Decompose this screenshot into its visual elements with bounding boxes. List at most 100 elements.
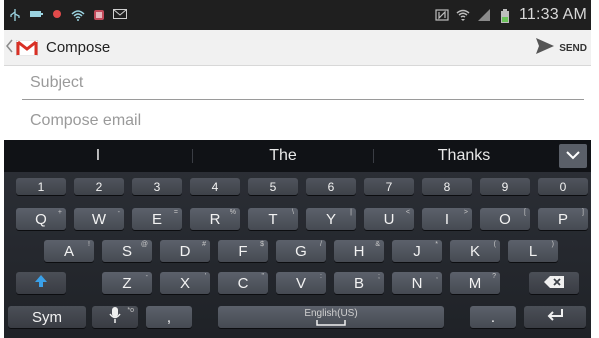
key-l-alt-label: ) — [551, 241, 554, 248]
key-f[interactable]: F $ — [218, 240, 268, 262]
backspace-icon — [544, 275, 564, 292]
key-z[interactable]: Z- — [102, 272, 152, 294]
key-e[interactable]: E = — [132, 208, 182, 230]
number-key-8-label: 8 — [443, 179, 451, 194]
notification-icon — [92, 9, 106, 21]
key-v[interactable]: V: — [276, 272, 326, 294]
key-f-label: F — [238, 242, 248, 260]
microphone-icon — [109, 307, 121, 327]
key-p-alt-label: ] — [582, 209, 584, 216]
shift-key[interactable] — [16, 272, 66, 294]
key-r[interactable]: R% — [190, 208, 240, 230]
key-x-alt-label: ' — [204, 273, 206, 280]
red-dot-icon — [50, 9, 64, 21]
number-key-4[interactable]: 4 — [190, 178, 240, 195]
key-y[interactable]: Y | — [306, 208, 356, 230]
key-k[interactable]: K( — [450, 240, 500, 262]
nfc-icon — [435, 9, 449, 21]
space-key-language-label: English(US) — [304, 307, 358, 319]
key-c-label: C — [237, 274, 249, 292]
comma-key[interactable]: , — [146, 306, 192, 328]
action-bar: Compose SEND — [4, 30, 591, 66]
backspace-key[interactable] — [529, 272, 579, 294]
send-button[interactable]: SEND — [535, 36, 587, 60]
key-b[interactable]: B; — [334, 272, 384, 294]
key-s-label: S — [121, 242, 132, 260]
key-n[interactable]: N, — [392, 272, 442, 294]
key-b-alt-label: ; — [378, 273, 380, 280]
mic-key[interactable]: *o — [92, 306, 138, 328]
key-w[interactable]: W- — [74, 208, 124, 230]
compose-email-field[interactable] — [22, 106, 584, 136]
cell-signal-icon — [477, 9, 491, 21]
chevron-down-icon — [566, 147, 580, 165]
page-title: Compose — [46, 39, 111, 56]
key-l[interactable]: L) — [508, 240, 558, 262]
key-e-label: E — [151, 210, 162, 228]
back-chevron-icon[interactable] — [6, 37, 14, 58]
key-t-alt-label: \ — [292, 209, 294, 216]
key-n-alt-label: , — [436, 273, 438, 280]
key-j-alt-label: * — [435, 241, 438, 248]
key-m[interactable]: M? — [450, 272, 500, 294]
key-g-alt-label: / — [320, 241, 322, 248]
key-r-alt-label: % — [229, 209, 236, 216]
key-u-label: U — [383, 210, 395, 228]
key-o[interactable]: O[ — [480, 208, 530, 230]
key-a[interactable]: A! — [44, 240, 94, 262]
key-s[interactable]: S @ — [102, 240, 152, 262]
period-key[interactable]: . — [470, 306, 516, 328]
number-key-4-label: 4 — [211, 179, 219, 194]
key-v-label: V — [295, 274, 306, 292]
key-u[interactable]: U < — [364, 208, 414, 230]
suggestion-expand-button[interactable] — [559, 144, 587, 168]
key-l-label: L — [528, 242, 538, 260]
enter-key[interactable] — [524, 306, 586, 328]
key-d-label: D — [179, 242, 191, 260]
usb-icon — [8, 9, 22, 21]
number-key-5[interactable]: 5 — [248, 178, 298, 195]
number-key-3[interactable]: 3 — [132, 178, 182, 195]
suggestion-item[interactable]: I — [4, 140, 192, 172]
subject-field[interactable] — [22, 66, 584, 100]
number-key-8[interactable]: 8 — [422, 178, 472, 195]
wifi-signal-icon — [456, 9, 470, 21]
suggestion-item[interactable]: The — [193, 140, 373, 172]
space-bar-icon — [316, 319, 346, 326]
battery-icon — [498, 9, 512, 23]
key-c[interactable]: C " — [218, 272, 268, 294]
key-a-alt-label: ! — [88, 241, 90, 248]
key-i[interactable]: I > — [422, 208, 472, 230]
key-t-label: T — [268, 210, 278, 228]
suggestion-item[interactable]: Thanks — [374, 140, 554, 172]
key-o-label: O — [499, 210, 511, 228]
number-key-3-label: 3 — [153, 179, 161, 194]
key-g[interactable]: G / — [276, 240, 326, 262]
number-key-9[interactable]: 9 — [480, 178, 530, 195]
key-z-label: Z — [122, 274, 132, 292]
key-x[interactable]: X ' — [160, 272, 210, 294]
number-key-0[interactable]: 0 — [538, 178, 588, 195]
key-h[interactable]: H & — [334, 240, 384, 262]
send-label: SEND — [559, 42, 587, 54]
sym-key[interactable]: Sym — [8, 306, 86, 328]
number-key-6[interactable]: 6 — [306, 178, 356, 195]
gmail-logo-icon[interactable] — [15, 39, 39, 56]
number-key-7-label: 7 — [385, 179, 393, 194]
key-q[interactable]: Q + — [16, 208, 66, 230]
key-t[interactable]: T \ — [248, 208, 298, 230]
mic-key-sub: *o — [127, 307, 134, 314]
key-z-alt-label: - — [145, 273, 148, 280]
number-key-2[interactable]: 2 — [74, 178, 124, 195]
key-p[interactable]: P] — [538, 208, 588, 230]
number-key-6-label: 6 — [327, 179, 335, 194]
key-j[interactable]: J * — [392, 240, 442, 262]
number-key-7[interactable]: 7 — [364, 178, 414, 195]
key-q-label: Q — [35, 210, 47, 228]
key-e-alt-label: = — [173, 209, 178, 216]
key-y-label: Y — [325, 210, 336, 228]
status-bar-right-icons: 11:33 AM — [435, 6, 587, 24]
key-d[interactable]: D # — [160, 240, 210, 262]
number-key-1[interactable]: 1 — [16, 178, 66, 195]
space-key[interactable]: English(US) — [218, 306, 444, 328]
